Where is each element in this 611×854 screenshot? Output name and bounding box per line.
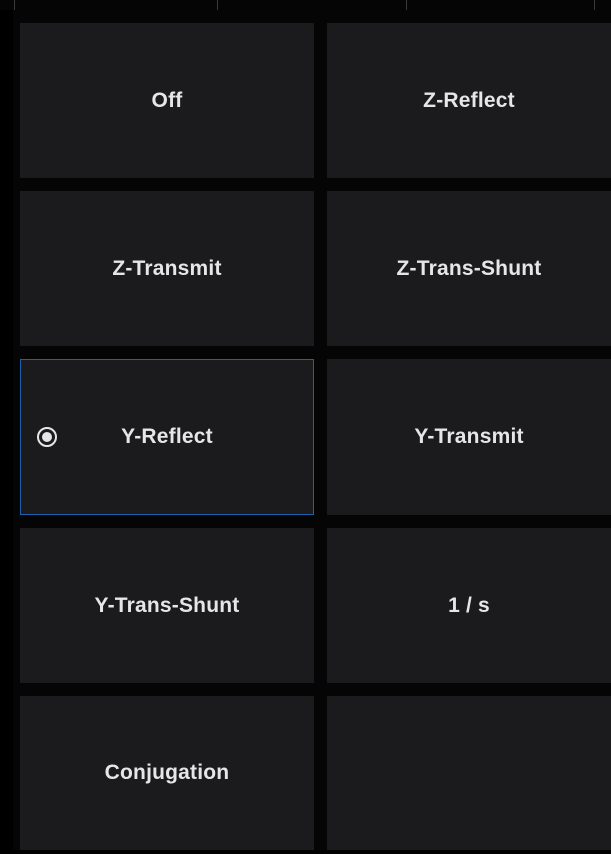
button-label: Z-Transmit — [112, 256, 222, 280]
conversion-button-grid: Off Z-Reflect Z-Transmit Z-Trans-Shunt Y… — [13, 10, 611, 850]
conversion-menu-panel: Off Z-Reflect Z-Transmit Z-Trans-Shunt Y… — [0, 0, 611, 854]
conversion-inverse-s-button[interactable]: 1 / s — [327, 528, 611, 683]
grid-tick — [594, 0, 595, 10]
grid-tick — [14, 0, 15, 10]
grid-tick — [406, 0, 407, 10]
conversion-off-button[interactable]: Off — [20, 23, 314, 178]
grid-tick — [217, 0, 218, 10]
radio-dot — [42, 432, 52, 442]
conversion-z-transmit-button[interactable]: Z-Transmit — [20, 191, 314, 346]
left-border — [0, 10, 13, 854]
conversion-y-transmit-button[interactable]: Y-Transmit — [327, 359, 611, 515]
radio-selected-icon — [37, 427, 57, 447]
button-label: Off — [151, 88, 183, 112]
empty-button-slot — [327, 696, 611, 850]
button-label: Z-Reflect — [423, 88, 515, 112]
top-grid-strip — [0, 0, 611, 10]
button-label: Y-Reflect — [121, 425, 213, 448]
button-label: Y-Transmit — [414, 425, 524, 448]
button-label: Conjugation — [104, 761, 230, 784]
conversion-y-reflect-button[interactable]: Y-Reflect — [20, 359, 314, 515]
conversion-conjugation-button[interactable]: Conjugation — [20, 696, 314, 850]
conversion-y-trans-shunt-button[interactable]: Y-Trans-Shunt — [20, 528, 314, 683]
bottom-border — [0, 850, 611, 854]
button-label: 1 / s — [448, 593, 490, 617]
conversion-z-reflect-button[interactable]: Z-Reflect — [327, 23, 611, 178]
button-label: Y-Trans-Shunt — [94, 593, 240, 617]
conversion-z-trans-shunt-button[interactable]: Z-Trans-Shunt — [327, 191, 611, 346]
button-label: Z-Trans-Shunt — [396, 256, 542, 280]
